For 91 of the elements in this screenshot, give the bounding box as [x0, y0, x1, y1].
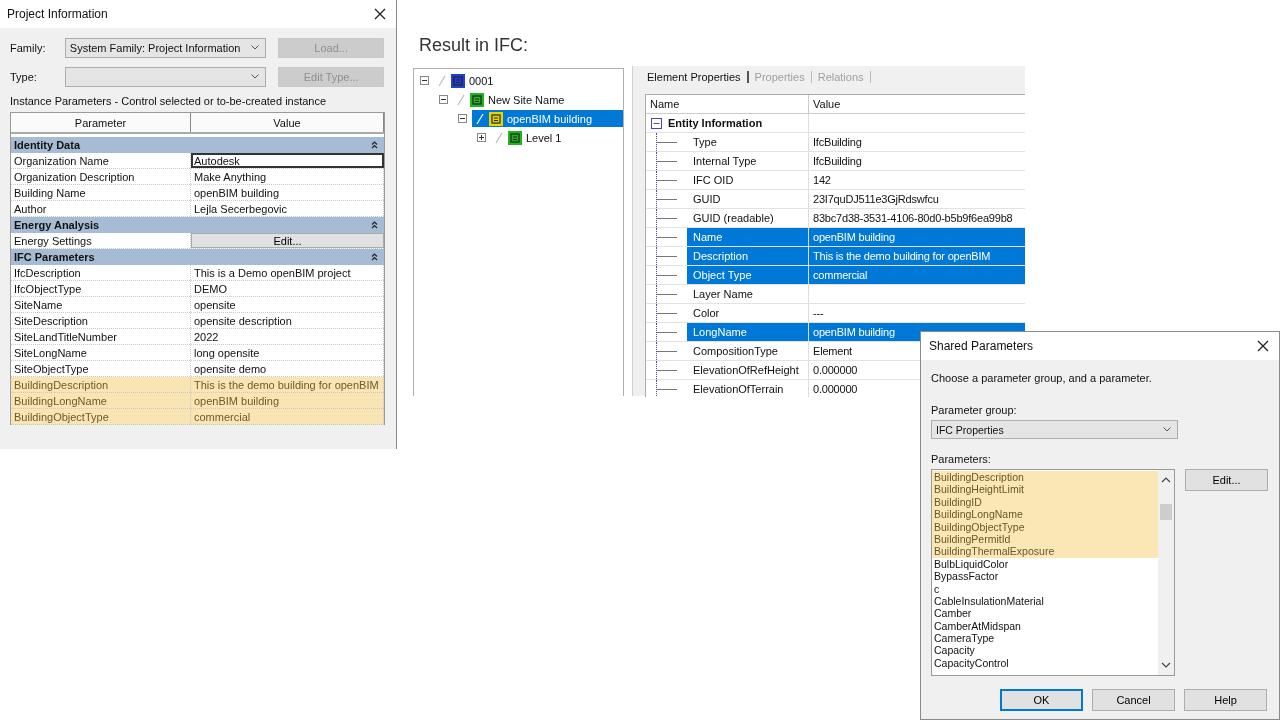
parameter-cell: BuildingDescription: [11, 377, 191, 392]
collapse-icon[interactable]: [371, 221, 378, 229]
edit-button[interactable]: Edit...: [191, 233, 384, 248]
list-item[interactable]: Capacity: [932, 644, 1158, 657]
group-header[interactable]: IFC Parameters: [11, 249, 384, 265]
parameter-cell: IfcDescription: [11, 265, 191, 280]
value-cell: This is the demo building for openBIM: [191, 377, 384, 392]
list-item[interactable]: BuildingDescription: [932, 471, 1158, 484]
value-field[interactable]: Autodesk: [191, 153, 384, 168]
parameters-label: Parameters:: [931, 453, 992, 465]
collapse-icon[interactable]: [371, 141, 378, 149]
list-item[interactable]: BulbLiquidColor: [932, 557, 1158, 571]
value-cell: opensite: [191, 297, 384, 312]
list-item[interactable]: CameraType: [932, 632, 1158, 645]
value-cell: long opensite: [191, 345, 384, 360]
tree-item[interactable]: 0001: [434, 72, 502, 89]
window-title: Project Information: [7, 7, 108, 21]
close-icon[interactable]: [1257, 340, 1269, 352]
list-item[interactable]: BuildingThermalExposure: [932, 545, 1158, 558]
value-cell: Lejla Secerbegovic: [191, 201, 384, 216]
dialog-button[interactable]: Help: [1184, 689, 1267, 711]
value-cell: DEMO: [191, 281, 384, 296]
tab[interactable]: Element Properties: [641, 71, 749, 83]
group-header[interactable]: Energy Analysis: [11, 217, 384, 233]
slash-icon: [475, 112, 485, 125]
parameter-cell: BuildingLongName: [11, 393, 191, 408]
caret-icon: [251, 74, 260, 79]
dialog-button[interactable]: Cancel: [1092, 689, 1175, 711]
parameter-cell: SiteDescription: [11, 313, 191, 328]
scrollbar[interactable]: [1158, 470, 1174, 675]
parameter-cell: Author: [11, 201, 191, 216]
parameter-cell: Organization Description: [11, 169, 191, 184]
parameter-cell: Building Name: [11, 185, 191, 200]
value-cell: opensite demo: [191, 361, 384, 376]
list-item[interactable]: Camber: [932, 607, 1158, 620]
slash-icon: [437, 74, 447, 87]
expand-icon[interactable]: [477, 133, 486, 142]
caret-icon: [251, 45, 260, 50]
property-row[interactable]: GUID 23I7quDJ511e3GjRdswfcu: [646, 190, 1025, 209]
family-dropdown[interactable]: System Family: Project Information: [64, 37, 267, 58]
property-row[interactable]: IFC OID 142: [646, 171, 1025, 190]
column-header[interactable]: Value: [809, 95, 1025, 114]
group-name: Entity Information: [668, 117, 763, 129]
list-item[interactable]: BuildingLongName: [932, 508, 1158, 521]
result-heading: Result in IFC:: [419, 35, 529, 56]
parameter-group-label: Parameter group:: [931, 404, 1018, 416]
tree-item[interactable]: New Site Name: [453, 91, 573, 108]
type-label: Type:: [10, 70, 38, 83]
value-cell: commercial: [191, 409, 384, 424]
instance-parameters-caption: Instance Parameters - Control selected or to-be-created instance: [10, 95, 328, 107]
collapse-icon[interactable]: [371, 253, 378, 261]
parameter-cell: SiteLongName: [11, 345, 191, 360]
value-cell: opensite description: [191, 313, 384, 328]
parameter-cell: SiteName: [11, 297, 191, 312]
list-item[interactable]: c: [932, 582, 1158, 595]
column-header[interactable]: Value: [191, 113, 384, 132]
family-label: Family:: [10, 41, 47, 54]
parameters-list[interactable]: [931, 469, 1175, 676]
property-row[interactable]: Layer Name: [646, 285, 1025, 304]
value-cell: openBIM building: [191, 393, 384, 408]
value-cell: openBIM building: [191, 185, 384, 200]
column-header[interactable]: Parameter: [11, 113, 191, 132]
parameter-cell: IfcObjectType: [11, 281, 191, 296]
parameter-cell: BuildingObjectType: [11, 409, 191, 424]
list-item[interactable]: CapacityControl: [932, 656, 1158, 670]
tree-item[interactable]: openBIM building: [472, 110, 623, 127]
tree-item[interactable]: Level 1: [491, 129, 570, 146]
parameter-cell: SiteObjectType: [11, 361, 191, 376]
caret-icon: [1163, 427, 1171, 432]
parameter-cell: SiteLandTitleNumber: [11, 329, 191, 344]
slash-icon: [456, 93, 466, 106]
collapse-icon[interactable]: [651, 117, 662, 129]
dialog-button[interactable]: OK: [1000, 689, 1083, 711]
value-cell: This is a Demo openBIM project: [191, 265, 384, 280]
list-item[interactable]: CamberAtMidspan: [932, 619, 1158, 633]
group-header[interactable]: Identity Data: [11, 137, 384, 153]
collapse-icon[interactable]: [439, 95, 448, 104]
close-icon[interactable]: [374, 8, 386, 20]
edit-button[interactable]: Edit...: [1185, 469, 1268, 491]
value-cell: 2022: [191, 329, 384, 344]
list-item[interactable]: CableInsulationMaterial: [932, 594, 1158, 608]
slash-icon: [494, 131, 504, 144]
property-row[interactable]: Type IfcBuilding: [646, 133, 1025, 152]
collapse-icon[interactable]: [420, 76, 429, 85]
list-item[interactable]: BypassFactor: [932, 570, 1158, 583]
property-row[interactable]: Internal Type IfcBuilding: [646, 152, 1025, 171]
collapse-icon[interactable]: [458, 114, 467, 123]
parameter-group-dropdown[interactable]: IFC Properties: [931, 420, 1178, 439]
value-cell: Make Anything: [191, 169, 384, 184]
column-header[interactable]: Name: [646, 95, 809, 114]
list-item[interactable]: BuildingHeightLimit: [932, 483, 1158, 496]
